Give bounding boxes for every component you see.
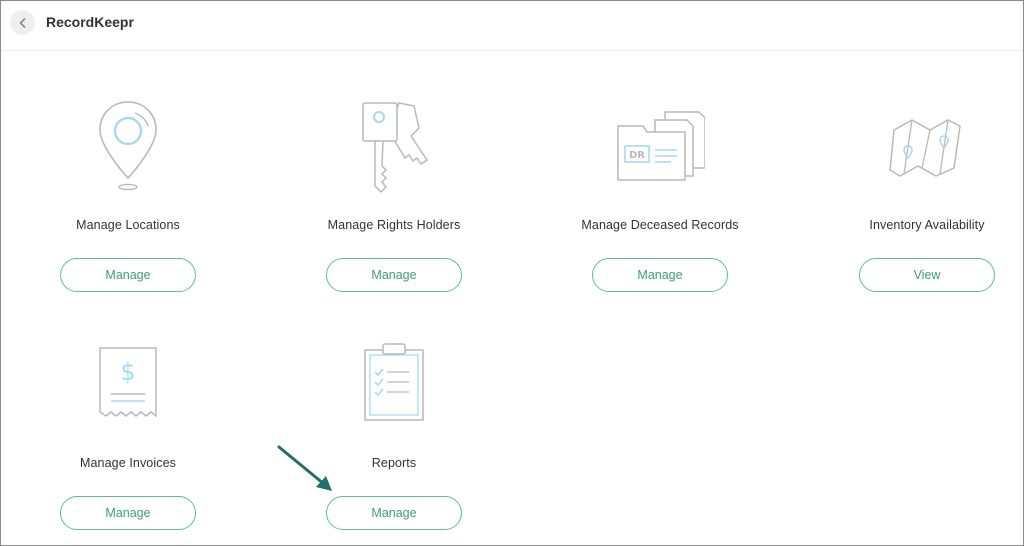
clipboard-checklist-icon: [364, 343, 424, 421]
manage-invoices-button[interactable]: Manage: [60, 496, 196, 530]
card-manage-invoices: $ Manage Invoices Manage: [28, 336, 228, 546]
app-title: RecordKeepr: [46, 14, 134, 30]
chevron-left-icon: [19, 17, 25, 28]
card-manage-locations: Manage Locations Manage: [28, 98, 228, 318]
card-label: Inventory Availability: [869, 218, 985, 232]
keys-icon: [362, 102, 429, 194]
location-pin-icon: [99, 101, 157, 191]
card-manage-rights-holders: Manage Rights Holders Manage: [294, 98, 494, 318]
invoice-icon: $: [99, 347, 157, 418]
svg-text:$: $: [120, 358, 135, 386]
pointer-arrow-icon: [277, 445, 332, 491]
back-button[interactable]: [10, 10, 35, 35]
card-label: Manage Locations: [76, 218, 180, 232]
inventory-view-button[interactable]: View: [859, 258, 995, 292]
folder-documents-icon: DR: [617, 111, 705, 181]
top-bar: RecordKeepr: [1, 1, 1023, 51]
card-label: Manage Deceased Records: [581, 218, 739, 232]
card-label: Manage Rights Holders: [327, 218, 461, 232]
svg-text:DR: DR: [629, 150, 645, 161]
reports-manage-button[interactable]: Manage: [326, 496, 462, 530]
manage-locations-button[interactable]: Manage: [60, 258, 196, 292]
card-inventory-availability: Inventory Availability View: [827, 98, 1024, 318]
manage-rights-holders-button[interactable]: Manage: [326, 258, 462, 292]
manage-deceased-records-button[interactable]: Manage: [592, 258, 728, 292]
card-manage-deceased-records: DR Manage Deceased Records Manage: [560, 98, 760, 318]
card-label: Manage Invoices: [79, 456, 176, 470]
map-icon: [889, 119, 961, 177]
